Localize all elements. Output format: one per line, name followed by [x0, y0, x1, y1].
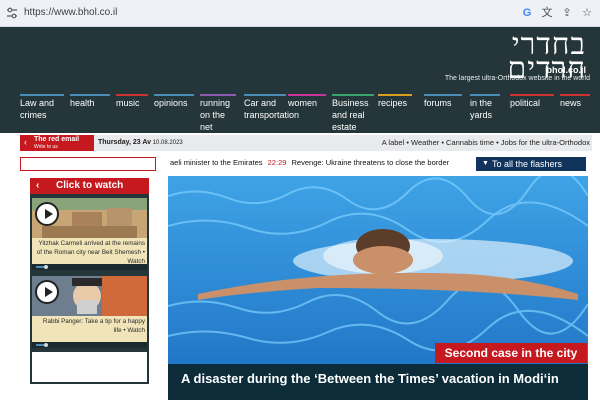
site-header: בחדרי חרדים bhol.co.il The largest ultra…: [0, 27, 600, 133]
video-progress-handle[interactable]: [44, 343, 48, 347]
nav-item-in-the-yards[interactable]: in the yards: [470, 94, 500, 132]
nav-item-law-and-crimes[interactable]: Law and crimes: [20, 94, 64, 132]
nav-item-recipes[interactable]: recipes: [378, 94, 412, 132]
red-email-button[interactable]: ‹ The red email Write to us: [20, 135, 94, 151]
click-to-watch-header[interactable]: ‹ Click to watch: [30, 178, 149, 194]
nav-item-news[interactable]: news: [560, 94, 590, 132]
ticker-item[interactable]: aeli minister to the Emirates: [170, 158, 263, 167]
video-item-placeholder: [32, 352, 147, 382]
hero-article[interactable]: Second case in the city A disaster durin…: [168, 176, 588, 400]
quick-links[interactable]: A label • Weather • Cannabis time • Jobs…: [382, 138, 590, 147]
site-settings-icon[interactable]: [6, 7, 18, 19]
hero-title[interactable]: A disaster during the ‘Between the Times…: [168, 364, 588, 400]
chevron-left-icon: ‹: [36, 180, 40, 191]
logo-domain: bhol.co.il: [546, 65, 587, 75]
address-bar[interactable]: https://www.bhol.co.il: [24, 7, 117, 18]
hero-badge[interactable]: Second case in the city: [435, 343, 587, 363]
triangle-down-icon: ▼: [482, 160, 489, 167]
search-input[interactable]: [20, 157, 156, 171]
video-panel: ‹ Click to watch Yitzhak Carmeli arrived…: [30, 178, 149, 384]
hebrew-date: Thursday, 23 Av: [98, 139, 152, 146]
info-strip: ‹ The red email Write to us Thursday, 23…: [20, 135, 592, 151]
nav-item-opinions[interactable]: opinions: [154, 94, 194, 132]
video-caption: Rabbi Panger: Take a tip for a happy lif…: [32, 316, 147, 342]
red-email-title: The red email: [34, 136, 80, 143]
red-email-subtitle: Write to us: [34, 144, 58, 150]
ticker-time: 22:29: [267, 158, 287, 167]
gregorian-date: 10.08.2023: [152, 140, 183, 146]
play-icon[interactable]: [35, 202, 59, 226]
nav-item-running-on-the-net[interactable]: running on the net: [200, 94, 236, 132]
video-progress-bar[interactable]: [32, 264, 147, 270]
chevron-left-icon: ‹: [24, 137, 27, 147]
nav-item-forums[interactable]: forums: [424, 94, 462, 132]
nav-item-political[interactable]: political: [510, 94, 554, 132]
nav-item-business-and-real-estate[interactable]: Business and real estate: [332, 94, 374, 132]
main-nav: Law and crimes health music opinions run…: [20, 94, 592, 134]
video-item[interactable]: Rabbi Panger: Take a tip for a happy lif…: [32, 276, 147, 348]
google-icon[interactable]: G: [520, 6, 534, 20]
video-caption: Yitzhak Carmeli arrived at the remains o…: [32, 238, 147, 265]
nav-item-women[interactable]: women: [288, 94, 326, 132]
nav-item-music[interactable]: music: [116, 94, 148, 132]
nav-item-health[interactable]: health: [70, 94, 110, 132]
nav-item-car-and-transportation[interactable]: Car and transportation: [244, 94, 299, 132]
site-tagline: The largest ultra-Orthodox website in th…: [444, 75, 590, 82]
all-flashers-button[interactable]: ▼ To all the flashers: [476, 157, 586, 171]
translate-icon[interactable]: 文: [540, 6, 554, 20]
all-flashers-label: To all the flashers: [492, 159, 563, 169]
share-icon[interactable]: ⇪: [560, 6, 574, 20]
date-display: Thursday, 23 Av 10.08.2023: [98, 139, 183, 146]
play-icon[interactable]: [35, 280, 59, 304]
ticker-item[interactable]: Revenge: Ukraine threatens to close the …: [292, 158, 450, 167]
video-item[interactable]: Yitzhak Carmeli arrived at the remains o…: [32, 198, 147, 270]
video-progress-bar[interactable]: [32, 342, 147, 348]
click-to-watch-label: Click to watch: [56, 180, 124, 191]
video-progress-handle[interactable]: [44, 265, 48, 269]
browser-toolbar: https://www.bhol.co.il G 文 ⇪ ☆: [0, 0, 600, 27]
news-ticker[interactable]: aeli minister to the Emirates 22:29 Reve…: [170, 158, 470, 170]
bookmark-star-icon[interactable]: ☆: [580, 6, 594, 20]
